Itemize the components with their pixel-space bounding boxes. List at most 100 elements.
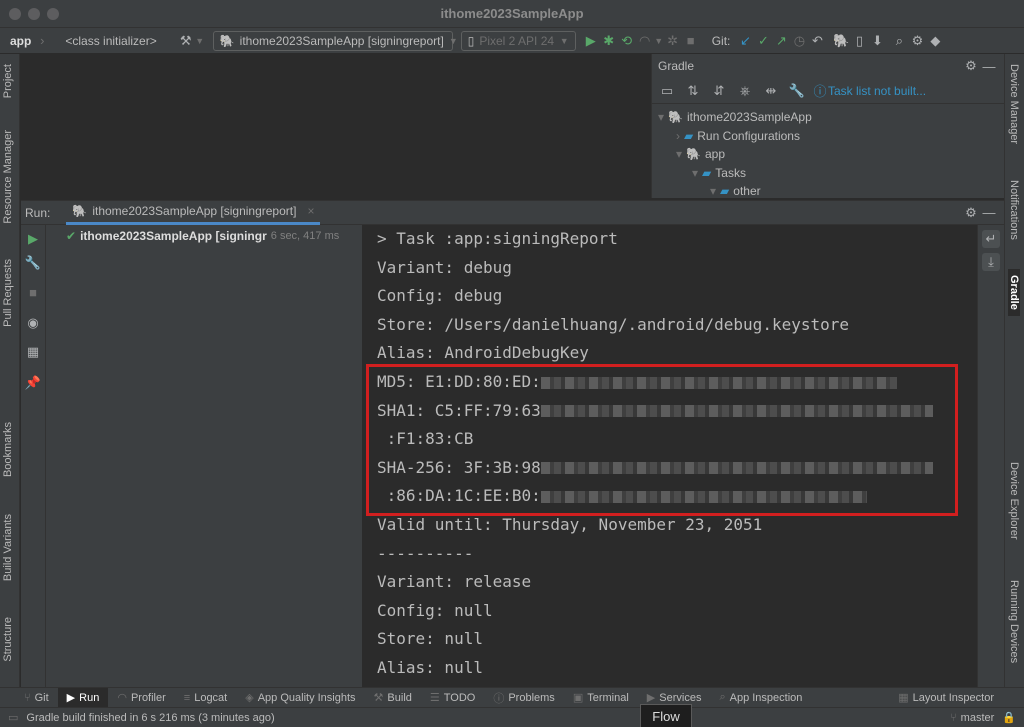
apply-changes-icon[interactable]: ⟲ xyxy=(618,32,636,50)
maximize-window-icon[interactable] xyxy=(47,8,59,20)
tool-build[interactable]: ⚒ Build xyxy=(365,688,421,708)
tool-app-inspection[interactable]: ⌕ App Inspection xyxy=(710,688,811,708)
folder-icon: ▰ xyxy=(684,128,694,143)
wrench-icon[interactable]: 🔧 xyxy=(24,254,42,272)
profile-icon[interactable]: ◠ xyxy=(636,32,654,50)
wrench-icon[interactable]: 🔧 xyxy=(788,82,806,100)
rerun-icon[interactable]: ▶ xyxy=(24,230,42,248)
console-line: > Task :app:signingReport xyxy=(377,229,618,248)
stripe-device-manager[interactable]: Device Manager xyxy=(1008,64,1020,144)
git-label: Git: xyxy=(711,33,731,48)
stripe-build-variants[interactable]: Build Variants xyxy=(2,514,14,581)
tool-git[interactable]: ⑂ Git xyxy=(0,688,58,708)
stripe-notifications[interactable]: Notifications xyxy=(1008,180,1020,240)
tool-terminal[interactable]: ▣ Terminal xyxy=(564,688,638,708)
tool-layout-inspector[interactable]: ▦ Layout Inspector xyxy=(889,688,1024,708)
git-history-icon[interactable]: ◷ xyxy=(790,32,808,50)
close-window-icon[interactable] xyxy=(9,8,21,20)
gear-icon[interactable]: ⚙ xyxy=(962,57,980,75)
breadcrumb-class-initializer[interactable]: <class initializer> xyxy=(47,34,162,48)
git-push-icon[interactable]: ↗ xyxy=(772,32,790,50)
tree-item-run-configurations[interactable]: › ▰ Run Configurations xyxy=(652,127,1004,146)
stripe-structure[interactable]: Structure xyxy=(2,617,14,662)
run-tab[interactable]: 🐘 ithome2023SampleApp [signingreport] × xyxy=(66,201,321,225)
minimize-window-icon[interactable] xyxy=(28,8,40,20)
breadcrumb-app[interactable]: app xyxy=(0,34,37,48)
run-configuration-select[interactable]: 🐘 ithome2023SampleApp [signingreport] ▼ xyxy=(212,30,458,51)
toggle-offline-icon[interactable]: ⇹ xyxy=(762,82,780,100)
tree-item-other[interactable]: ▾ ▰ other xyxy=(652,182,1004,201)
tool-label: Logcat xyxy=(194,691,228,704)
status-message[interactable]: Gradle build finished in 6 s 216 ms (3 m… xyxy=(18,712,274,724)
check-icon: ✔ xyxy=(66,229,77,244)
tool-label: Problems xyxy=(508,691,555,704)
console-icon[interactable]: ▭ xyxy=(658,82,676,100)
chevron-down-icon[interactable]: ▼ xyxy=(195,32,205,50)
info-icon: ⓘ xyxy=(813,84,827,99)
git-rollback-icon[interactable]: ↶ xyxy=(808,32,826,50)
stripe-resource-manager[interactable]: Resource Manager xyxy=(2,130,14,224)
git-update-icon[interactable]: ↙ xyxy=(736,32,754,50)
panel-toggle-icon[interactable]: ▭ xyxy=(0,711,18,724)
git-commit-icon[interactable]: ✓ xyxy=(754,32,772,50)
stop-icon[interactable]: ■ xyxy=(24,283,42,301)
stripe-running-devices[interactable]: Running Devices xyxy=(1008,580,1020,663)
layout-icon[interactable]: ▦ xyxy=(24,343,42,361)
chevron-down-icon[interactable]: ▾ xyxy=(692,166,698,180)
chevron-down-icon[interactable]: ▼ xyxy=(654,32,664,50)
lock-icon[interactable]: 🔒 xyxy=(1002,711,1024,724)
eye-icon[interactable]: ◉ xyxy=(24,314,42,332)
ide-logo-icon[interactable]: ◆ xyxy=(926,32,944,50)
tool-todo[interactable]: ☰ TODO xyxy=(421,688,484,708)
stripe-bookmarks[interactable]: Bookmarks xyxy=(2,422,14,477)
close-icon[interactable]: × xyxy=(307,204,314,218)
tree-item-app[interactable]: ▾ 🐘 app xyxy=(652,145,1004,164)
run-side-toolbar: ▶ 🔧 ■ ◉ ▦ 📌 xyxy=(21,225,46,687)
device-select[interactable]: ▯ Pixel 2 API 24 ▼ xyxy=(460,30,576,51)
run-tree-item[interactable]: ✔ ithome2023SampleApp [signingr 6 sec, 4… xyxy=(66,227,339,246)
stripe-pull-requests[interactable]: Pull Requests xyxy=(2,259,14,327)
debug-icon[interactable]: ✱ xyxy=(600,32,618,50)
gear-icon[interactable]: ⚙ xyxy=(962,204,980,222)
chevron-down-icon[interactable]: ▾ xyxy=(676,147,682,161)
run-icon[interactable]: ▶ xyxy=(582,32,600,50)
console-side-toolbar: ↵ ⤓ xyxy=(977,225,1004,687)
pin-icon[interactable]: 📌 xyxy=(24,374,42,392)
hammer-icon[interactable]: ⚒ xyxy=(177,32,195,50)
tool-label: Profiler xyxy=(130,691,166,704)
execute-task-icon[interactable]: ⎈ xyxy=(736,82,754,100)
title-bar: ithome2023SampleApp xyxy=(0,0,1024,28)
soft-wrap-icon[interactable]: ↵ xyxy=(982,230,1000,248)
git-branch[interactable]: master xyxy=(957,712,1003,724)
sdk-manager-icon[interactable]: ⬇ xyxy=(868,32,886,50)
scroll-to-end-icon[interactable]: ⤓ xyxy=(982,253,1000,271)
stripe-device-explorer[interactable]: Device Explorer xyxy=(1008,462,1020,540)
tree-item-project[interactable]: ▾ 🐘 ithome2023SampleApp xyxy=(652,108,1004,127)
gear-icon[interactable]: ⚙ xyxy=(908,32,926,50)
tool-logcat[interactable]: ≡ Logcat xyxy=(175,688,236,708)
editor-area[interactable] xyxy=(21,54,651,198)
minimize-icon[interactable]: — xyxy=(980,57,998,75)
stripe-gradle[interactable]: Gradle xyxy=(1008,269,1020,316)
chevron-right-icon[interactable]: › xyxy=(676,129,680,143)
device-manager-icon[interactable]: ▯ xyxy=(850,32,868,50)
gradle-sync-icon[interactable]: 🐘 xyxy=(832,32,850,50)
tool-run[interactable]: ▶ Run xyxy=(57,687,109,708)
run-icon: ▶ xyxy=(66,692,76,704)
task-list-link[interactable]: Task list not built... xyxy=(828,84,926,98)
chevron-down-icon[interactable]: ▾ xyxy=(658,110,664,124)
search-icon[interactable]: ⌕ xyxy=(890,32,908,50)
attach-debugger-icon[interactable]: ✲ xyxy=(664,32,682,50)
tool-profiler[interactable]: ◠ Profiler xyxy=(108,688,174,708)
stop-icon[interactable]: ■ xyxy=(682,32,700,50)
stripe-project[interactable]: Project xyxy=(2,64,14,98)
chevron-down-icon[interactable]: ▾ xyxy=(710,184,716,198)
collapse-all-icon[interactable]: ⇵ xyxy=(710,82,728,100)
console-line: Variant: debug xyxy=(377,257,512,277)
tool-problems[interactable]: ⓘ Problems xyxy=(484,688,563,708)
tree-item-tasks[interactable]: ▾ ▰ Tasks xyxy=(652,164,1004,183)
minimize-icon[interactable]: — xyxy=(980,204,998,222)
tree-item-label: ithome2023SampleApp xyxy=(686,110,812,125)
expand-all-icon[interactable]: ⇅ xyxy=(684,82,702,100)
tool-app-quality-insights[interactable]: ◈ App Quality Insights xyxy=(236,688,364,708)
